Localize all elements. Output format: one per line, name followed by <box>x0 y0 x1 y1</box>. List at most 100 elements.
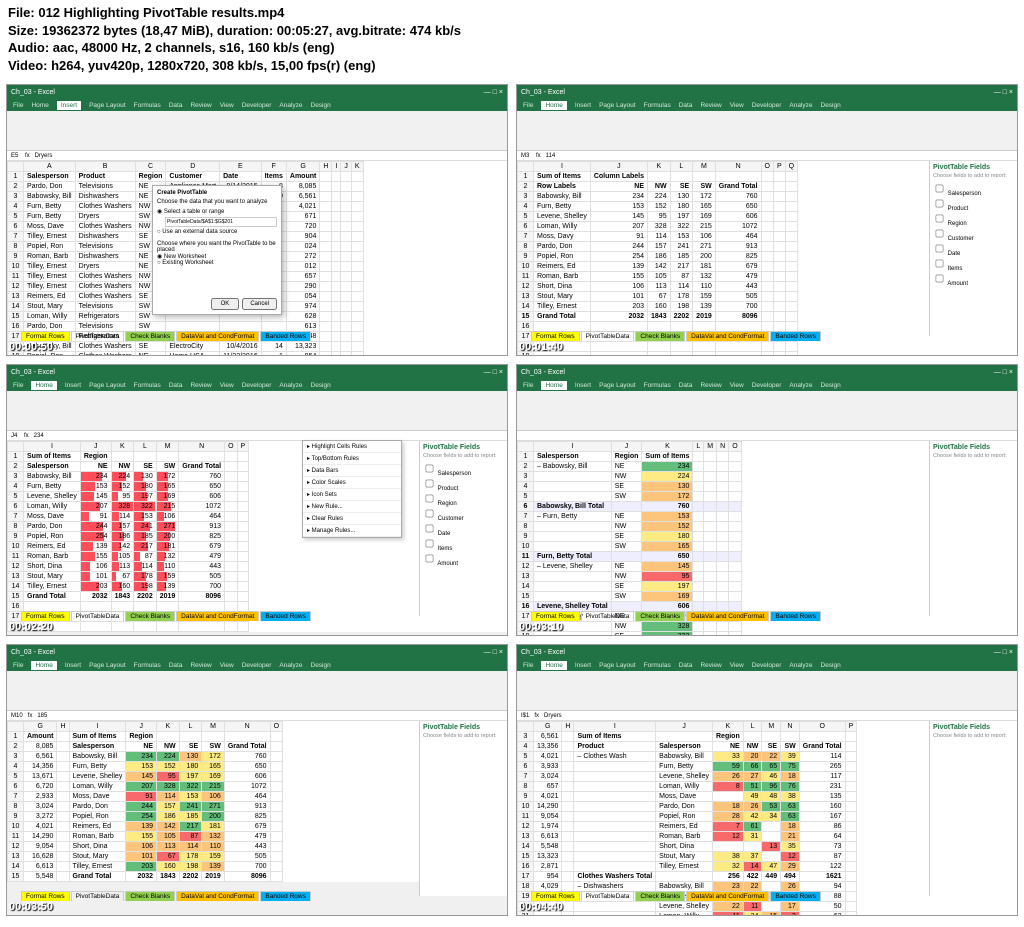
formula-bar[interactable]: M10 fx 185 <box>7 711 507 721</box>
ribbon-tab-developer[interactable]: Developer <box>752 662 782 669</box>
cf-menu-item[interactable]: ▸ Color Scales <box>303 477 401 489</box>
sheet-tab[interactable]: PivotTableData <box>581 891 635 901</box>
field-checkbox[interactable] <box>936 215 944 223</box>
ribbon-tab-view[interactable]: View <box>220 382 234 389</box>
ribbon-tab-developer[interactable]: Developer <box>242 662 272 669</box>
field-checkbox[interactable] <box>936 260 944 268</box>
ribbon-tab-developer[interactable]: Developer <box>242 102 272 109</box>
ribbon-tab-analyze[interactable]: Analyze <box>789 382 812 389</box>
ribbon-tab-insert[interactable]: Insert <box>65 662 81 669</box>
ribbon-tab-file[interactable]: File <box>13 662 23 669</box>
ribbon-tab-formulas[interactable]: Formulas <box>644 102 671 109</box>
pivot-fields-pane[interactable]: PivotTable FieldsChoose fields to add to… <box>419 441 507 616</box>
ribbon-tab-formulas[interactable]: Formulas <box>134 102 161 109</box>
cf-menu-item[interactable]: ▸ Data Bars <box>303 465 401 477</box>
ribbon-tabs[interactable]: FileHomeInsertPage LayoutFormulasDataRev… <box>517 659 1017 671</box>
ribbon-tab-view[interactable]: View <box>730 662 744 669</box>
sheet-tab[interactable]: Check Blanks <box>635 891 685 901</box>
formula-bar[interactable] <box>517 431 1017 441</box>
ribbon-tab-developer[interactable]: Developer <box>752 382 782 389</box>
field-checkbox[interactable] <box>426 510 434 518</box>
sheet-tab[interactable]: Check Blanks <box>125 331 175 341</box>
ribbon-tab-file[interactable]: File <box>523 662 533 669</box>
ribbon-tab-insert[interactable]: Insert <box>575 382 591 389</box>
sheet-tab[interactable]: Format Rows <box>21 331 70 341</box>
ribbon-tab-design[interactable]: Design <box>311 102 331 109</box>
pivot-fields-pane[interactable]: PivotTable Fields Choose fields to add t… <box>929 161 1017 336</box>
ribbon-tab-page-layout[interactable]: Page Layout <box>599 662 636 669</box>
ribbon-tab-formulas[interactable]: Formulas <box>644 382 671 389</box>
sheet-tabs[interactable]: Format RowsPivotTableDataCheck BlanksDat… <box>21 331 311 341</box>
field-checkbox[interactable] <box>936 185 944 193</box>
ribbon-tab-data[interactable]: Data <box>169 662 183 669</box>
field-checkbox[interactable] <box>936 200 944 208</box>
formula-bar[interactable]: I$1 fx Dryers <box>517 711 1017 721</box>
field-checkbox[interactable] <box>426 465 434 473</box>
sheet-tab[interactable]: PivotTableData <box>71 331 125 341</box>
field-checkbox[interactable] <box>426 525 434 533</box>
sheet-tabs[interactable]: Format RowsPivotTableDataCheck BlanksDat… <box>531 611 821 621</box>
sheet-tab[interactable]: Format Rows <box>21 611 70 621</box>
sheet-tab[interactable]: Banded Rows <box>260 891 310 901</box>
sheet-tab[interactable]: Format Rows <box>21 891 70 901</box>
ribbon-tab-home[interactable]: Home <box>31 381 56 390</box>
sheet-tabs[interactable]: Format RowsPivotTableDataCheck BlanksDat… <box>21 611 311 621</box>
ribbon-tab-data[interactable]: Data <box>169 382 183 389</box>
field-checkbox[interactable] <box>936 275 944 283</box>
ribbon-tab-insert[interactable]: Insert <box>57 101 81 110</box>
field-checkbox[interactable] <box>936 245 944 253</box>
ribbon-tabs[interactable]: FileHomeInsertPage LayoutFormulasDataRev… <box>517 99 1017 111</box>
ribbon-body[interactable] <box>7 111 507 151</box>
sheet-tab[interactable]: DataVal and CondFormat <box>686 331 769 341</box>
ribbon-tab-data[interactable]: Data <box>679 382 693 389</box>
ribbon-tab-developer[interactable]: Developer <box>242 382 272 389</box>
sheet-tab[interactable]: Format Rows <box>531 331 580 341</box>
conditional-format-menu[interactable]: ▸ Highlight Cells Rules▸ Top/Bottom Rule… <box>302 440 402 538</box>
ribbon-tab-analyze[interactable]: Analyze <box>789 102 812 109</box>
ribbon-tab-home[interactable]: Home <box>31 661 56 670</box>
sheet-tab[interactable]: Check Blanks <box>125 611 175 621</box>
ribbon-tab-file[interactable]: File <box>523 102 533 109</box>
sheet-tab[interactable]: PivotTableData <box>581 331 635 341</box>
ribbon-tab-home[interactable]: Home <box>541 381 566 390</box>
formula-bar[interactable]: J4 fx 234 <box>7 431 507 441</box>
ribbon-tab-review[interactable]: Review <box>190 102 211 109</box>
ribbon-tabs[interactable]: FileHomeInsertPage LayoutFormulasDataRev… <box>7 379 507 391</box>
ribbon-tab-view[interactable]: View <box>220 102 234 109</box>
field-checkbox[interactable] <box>426 495 434 503</box>
ribbon-tab-view[interactable]: View <box>220 662 234 669</box>
ribbon-tabs[interactable]: FileHomeInsertPage LayoutFormulasDataRev… <box>7 659 507 671</box>
ribbon-tab-page-layout[interactable]: Page Layout <box>89 662 126 669</box>
cf-menu-item[interactable]: ▸ Icon Sets <box>303 489 401 501</box>
sheet-tab[interactable]: Check Blanks <box>635 331 685 341</box>
ribbon-tab-review[interactable]: Review <box>700 102 721 109</box>
ribbon-tab-review[interactable]: Review <box>700 382 721 389</box>
sheet-tab[interactable]: DataVal and CondFormat <box>686 891 769 901</box>
ribbon-tab-home[interactable]: Home <box>31 102 48 109</box>
sheet-tab[interactable]: Banded Rows <box>770 891 820 901</box>
sheet-tab[interactable]: Banded Rows <box>260 611 310 621</box>
ribbon-tab-data[interactable]: Data <box>679 102 693 109</box>
ribbon-body[interactable] <box>517 391 1017 431</box>
ribbon-tabs[interactable]: FileHomeInsertPage LayoutFormulasDataRev… <box>7 99 507 111</box>
field-checkbox[interactable] <box>426 555 434 563</box>
ribbon-tabs[interactable]: FileHomeInsertPage LayoutFormulasDataRev… <box>517 379 1017 391</box>
pivot-fields-pane[interactable]: PivotTable FieldsChoose fields to add to… <box>929 721 1017 896</box>
dialog-cancel[interactable]: Cancel <box>242 298 277 310</box>
sheet-tab[interactable]: Format Rows <box>531 891 580 901</box>
ribbon-tab-analyze[interactable]: Analyze <box>279 102 302 109</box>
sheet-tab[interactable]: PivotTableData <box>71 891 125 901</box>
cf-menu-item[interactable]: ▸ Manage Rules... <box>303 525 401 537</box>
ribbon-tab-review[interactable]: Review <box>700 662 721 669</box>
ribbon-body[interactable] <box>517 111 1017 151</box>
ribbon-tab-design[interactable]: Design <box>821 382 841 389</box>
ribbon-tab-analyze[interactable]: Analyze <box>279 382 302 389</box>
ribbon-tab-insert[interactable]: Insert <box>65 382 81 389</box>
sheet-tab[interactable]: DataVal and CondFormat <box>176 331 259 341</box>
sheet-tab[interactable]: DataVal and CondFormat <box>686 611 769 621</box>
ribbon-tab-page-layout[interactable]: Page Layout <box>599 382 636 389</box>
formula-bar[interactable]: E5 fx Dryers <box>7 151 507 161</box>
sheet-tab[interactable]: Banded Rows <box>770 331 820 341</box>
dialog-ok[interactable]: OK <box>211 298 240 310</box>
cf-menu-item[interactable]: ▸ Highlight Cells Rules <box>303 441 401 453</box>
